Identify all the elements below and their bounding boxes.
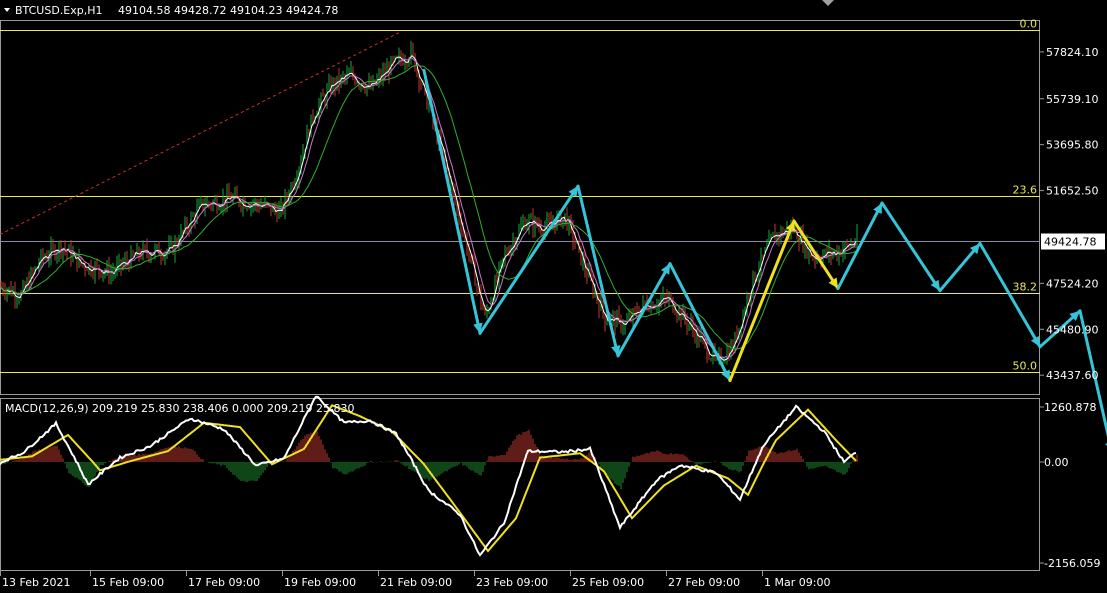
macd-header-label: MACD(12,26,9) 209.219 25.830 238.406 0.0…: [5, 402, 354, 415]
price-axis-label: 55739.10: [1046, 93, 1099, 106]
time-axis-label: 1 Mar 09:00: [764, 576, 830, 589]
price-axis-label: 47524.20: [1046, 277, 1099, 290]
price-axis-label: 57824.10: [1046, 46, 1099, 59]
price-axis-label: 51652.50: [1046, 185, 1099, 198]
fib-level-label: 50.0: [1013, 360, 1038, 373]
fib-level-label: 23.6: [1013, 184, 1038, 197]
macd-axis-label: -2156.059: [1044, 557, 1100, 570]
time-axis-label: 19 Feb 09:00: [284, 576, 356, 589]
time-axis-label: 25 Feb 09:00: [572, 576, 644, 589]
price-axis-label: 53695.80: [1046, 139, 1099, 152]
symbol-label: BTCUSD.Exp,H1: [15, 4, 103, 17]
time-axis-label: 15 Feb 09:00: [92, 576, 164, 589]
time-axis-label: 27 Feb 09:00: [668, 576, 740, 589]
price-axis-label: 45480.90: [1046, 323, 1099, 336]
time-axis-label: 13 Feb 2021: [2, 576, 70, 589]
chart-root: 0.0 23.6 38.2 50.0 57824.10 55739.10 53695.80…: [0, 0, 1107, 593]
time-axis-label: 21 Feb 09:00: [380, 576, 452, 589]
ohlc-label: 49104.58 49428.72 49104.23 49424.78: [118, 4, 338, 17]
macd-axis-label: 0.00: [1044, 456, 1069, 469]
fib-level-label: 0.0: [1020, 18, 1038, 31]
macd-axis-label: 1260.878: [1044, 401, 1097, 414]
fib-level-label: 38.2: [1013, 281, 1038, 294]
current-price-label: 49424.78: [1044, 236, 1097, 249]
chart-background: [0, 0, 1107, 593]
price-axis-label: 43437.60: [1046, 369, 1099, 382]
time-axis-label: 23 Feb 09:00: [476, 576, 548, 589]
time-axis-label: 17 Feb 09:00: [188, 576, 260, 589]
